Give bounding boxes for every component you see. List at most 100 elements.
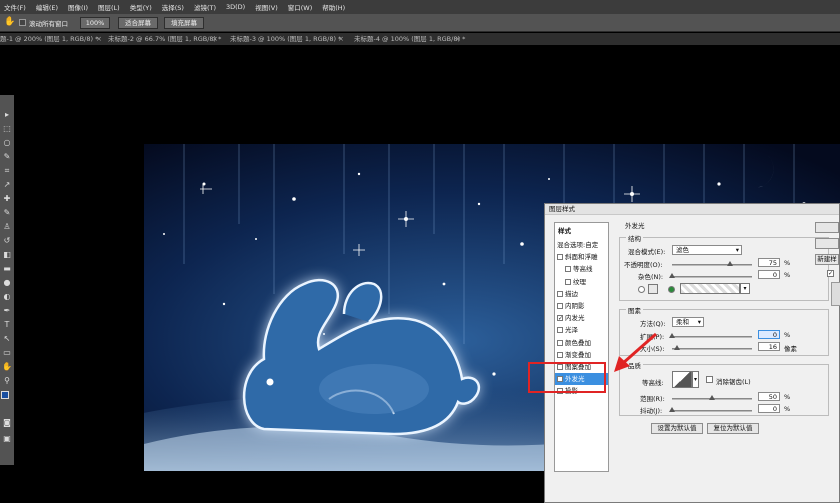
- fill-screen-button[interactable]: 填充屏幕: [164, 17, 204, 29]
- make-default-button[interactable]: 设置为默认值: [651, 423, 703, 434]
- style-checkbox[interactable]: [557, 254, 563, 261]
- antialias-checkbox[interactable]: [706, 376, 713, 383]
- healing-tool-icon[interactable]: ✚: [2, 193, 12, 204]
- menu-layer[interactable]: 图层(L): [98, 2, 120, 12]
- close-icon[interactable]: ×: [338, 33, 344, 45]
- brush-tool-icon[interactable]: ✎: [2, 207, 12, 218]
- style-item[interactable]: 光泽: [555, 324, 608, 336]
- style-item[interactable]: 等高线: [555, 263, 608, 275]
- scroll-all-checkbox[interactable]: [19, 19, 26, 26]
- style-checkbox[interactable]: [557, 339, 563, 346]
- menu-file[interactable]: 文件(F): [4, 2, 26, 12]
- style-checkbox[interactable]: ✓: [557, 315, 563, 322]
- style-item[interactable]: 混合选项:自定: [555, 239, 608, 251]
- range-slider-knob[interactable]: [709, 395, 715, 400]
- opacity-slider[interactable]: [672, 261, 752, 266]
- technique-select[interactable]: 柔和 ▾: [672, 317, 704, 327]
- glow-color-swatch[interactable]: [648, 284, 658, 294]
- noise-slider[interactable]: [669, 273, 752, 278]
- eyedropper-tool-icon[interactable]: ↗: [2, 179, 12, 190]
- style-item[interactable]: 纹理: [555, 276, 608, 288]
- close-icon[interactable]: ×: [212, 33, 218, 45]
- jitter-slider[interactable]: [669, 407, 752, 412]
- tab-doc-2[interactable]: 未标题-2 @ 66.7% (图层 1, RGB/8) *: [108, 33, 221, 45]
- menu-filter[interactable]: 滤镜(T): [194, 2, 216, 12]
- opacity-slider-knob[interactable]: [727, 261, 733, 266]
- style-checkbox[interactable]: [557, 303, 563, 309]
- menu-3d[interactable]: 3D(D): [226, 3, 245, 11]
- gradient-radio[interactable]: [668, 286, 675, 293]
- marquee-tool-icon[interactable]: ⬚: [2, 123, 12, 134]
- ok-button[interactable]: [815, 222, 839, 233]
- opacity-input[interactable]: 75: [758, 258, 780, 267]
- pen-tool-icon[interactable]: ✒: [2, 305, 12, 316]
- preview-checkbox[interactable]: ✓: [827, 270, 834, 277]
- zoom-100-button[interactable]: 100%: [80, 17, 110, 29]
- noise-input[interactable]: 0: [758, 270, 780, 279]
- gradient-picker[interactable]: [680, 283, 740, 294]
- spread-input[interactable]: 0: [758, 330, 780, 339]
- shape-tool-icon[interactable]: ▭: [2, 347, 12, 358]
- jitter-input[interactable]: 0: [758, 404, 780, 413]
- style-item[interactable]: 斜面和浮雕: [555, 251, 608, 263]
- quick-select-tool-icon[interactable]: ✎: [2, 151, 12, 162]
- style-checkbox[interactable]: [557, 351, 563, 358]
- history-brush-icon[interactable]: ↺: [2, 235, 12, 246]
- noise-slider-knob[interactable]: [669, 273, 675, 278]
- jitter-slider-knob[interactable]: [669, 407, 675, 412]
- size-slider[interactable]: [672, 345, 752, 350]
- quick-mask-icon[interactable]: ◙: [2, 417, 12, 428]
- fit-screen-button[interactable]: 适合屏幕: [118, 17, 158, 29]
- new-style-button[interactable]: 新建样: [815, 254, 839, 265]
- options-bar: ✋ 滚动所有窗口 100% 适合屏幕 填充屏幕: [0, 14, 840, 32]
- contour-picker[interactable]: [672, 371, 692, 388]
- menu-view[interactable]: 视图(V): [255, 2, 278, 12]
- style-item[interactable]: 颜色叠加: [555, 337, 608, 349]
- tab-doc-4[interactable]: 未标题-4 @ 100% (图层 1, RGB/8) *: [354, 33, 465, 45]
- gradient-tool-icon[interactable]: ▬: [2, 263, 12, 274]
- menu-edit[interactable]: 编辑(E): [36, 2, 58, 12]
- menu-select[interactable]: 选择(S): [162, 2, 184, 12]
- blend-mode-select[interactable]: 滤色 ▾: [672, 245, 742, 255]
- style-item[interactable]: ✓ 内发光: [555, 312, 608, 324]
- style-item[interactable]: 描边: [555, 288, 608, 300]
- crop-tool-icon[interactable]: ⌗: [2, 165, 12, 176]
- dodge-tool-icon[interactable]: ◐: [2, 291, 12, 302]
- move-tool-icon[interactable]: ▸: [2, 109, 12, 120]
- color-radio[interactable]: [638, 286, 645, 293]
- path-select-tool-icon[interactable]: ↖: [2, 333, 12, 344]
- style-checkbox[interactable]: [557, 327, 563, 334]
- chevron-down-icon[interactable]: ▾: [740, 283, 750, 294]
- close-icon[interactable]: ×: [96, 33, 102, 45]
- eraser-tool-icon[interactable]: ◧: [2, 249, 12, 260]
- size-input[interactable]: 16: [758, 342, 780, 351]
- style-checkbox[interactable]: [565, 266, 571, 273]
- hand-tool-icon[interactable]: ✋: [2, 361, 12, 372]
- style-checkbox[interactable]: [557, 290, 563, 297]
- tab-doc-1[interactable]: 题-1 @ 200% (图层 1, RGB/8) *: [0, 33, 98, 45]
- menu-image[interactable]: 图像(I): [68, 2, 88, 12]
- spread-slider-knob[interactable]: [669, 333, 675, 338]
- cancel-button[interactable]: [815, 238, 839, 249]
- zoom-tool-icon[interactable]: ⚲: [2, 375, 12, 386]
- size-slider-knob[interactable]: [674, 345, 680, 350]
- blur-tool-icon[interactable]: ●: [2, 277, 12, 288]
- type-tool-icon[interactable]: T: [2, 319, 12, 330]
- style-checkbox[interactable]: [565, 278, 571, 285]
- stamp-tool-icon[interactable]: ♙: [2, 221, 12, 232]
- chevron-down-icon[interactable]: ▾: [692, 371, 699, 388]
- menu-help[interactable]: 帮助(H): [322, 2, 345, 12]
- reset-default-button[interactable]: 复位为默认值: [707, 423, 759, 434]
- range-input[interactable]: 50: [758, 392, 780, 401]
- screen-mode-icon[interactable]: ▣: [2, 433, 12, 444]
- spread-slider[interactable]: [669, 333, 752, 338]
- range-slider[interactable]: [672, 395, 752, 400]
- menu-type[interactable]: 类型(Y): [130, 2, 152, 12]
- tab-doc-3[interactable]: 未标题-3 @ 100% (图层 1, RGB/8) *: [230, 33, 341, 45]
- style-item[interactable]: 渐变叠加: [555, 349, 608, 361]
- foreground-color-swatch[interactable]: [1, 391, 9, 399]
- lasso-tool-icon[interactable]: ○: [2, 137, 12, 148]
- close-icon[interactable]: ×: [455, 33, 461, 45]
- style-item[interactable]: 内阴影: [555, 300, 608, 312]
- menu-window[interactable]: 窗口(W): [288, 2, 313, 12]
